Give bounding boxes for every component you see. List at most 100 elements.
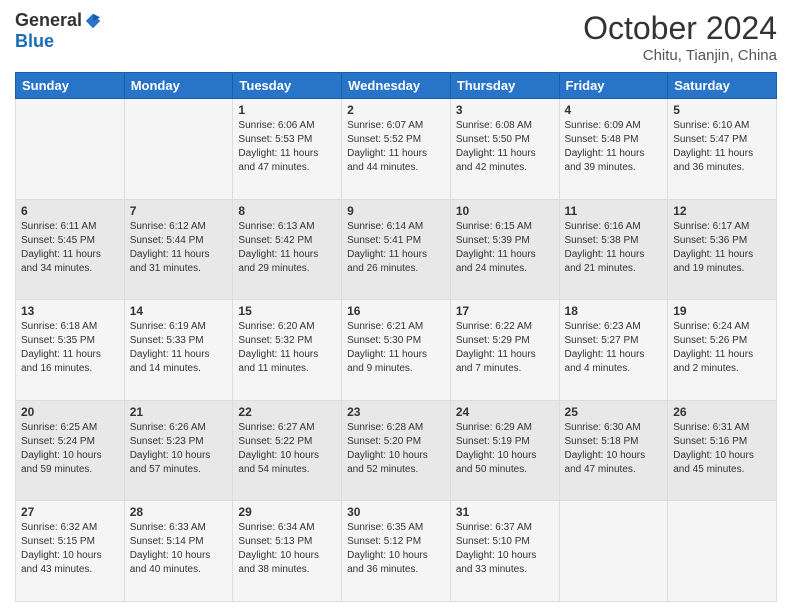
logo-general-text: General [15, 10, 82, 31]
calendar: SundayMondayTuesdayWednesdayThursdayFrid… [15, 72, 777, 602]
day-info: Sunrise: 6:14 AMSunset: 5:41 PMDaylight:… [347, 220, 445, 276]
calendar-cell: 18 Sunrise: 6:23 AMSunset: 5:27 PMDayligh… [559, 300, 668, 401]
day-number: 13 [21, 304, 119, 318]
calendar-cell [559, 501, 668, 602]
day-number: 23 [347, 405, 445, 419]
day-number: 21 [130, 405, 228, 419]
logo-icon [84, 12, 102, 30]
day-info: Sunrise: 6:24 AMSunset: 5:26 PMDaylight:… [673, 320, 771, 376]
day-number: 27 [21, 505, 119, 519]
calendar-cell: 21 Sunrise: 6:26 AMSunset: 5:23 PMDayligh… [124, 400, 233, 501]
day-number: 6 [21, 204, 119, 218]
day-info: Sunrise: 6:28 AMSunset: 5:20 PMDaylight:… [347, 421, 445, 477]
day-number: 4 [565, 103, 663, 117]
day-number: 22 [238, 405, 336, 419]
day-info: Sunrise: 6:29 AMSunset: 5:19 PMDaylight:… [456, 421, 554, 477]
calendar-week-row: 27 Sunrise: 6:32 AMSunset: 5:15 PMDayligh… [16, 501, 777, 602]
day-info: Sunrise: 6:07 AMSunset: 5:52 PMDaylight:… [347, 119, 445, 175]
calendar-cell: 19 Sunrise: 6:24 AMSunset: 5:26 PMDayligh… [668, 300, 777, 401]
calendar-cell: 9 Sunrise: 6:14 AMSunset: 5:41 PMDaylight… [342, 199, 451, 300]
title-section: October 2024 Chitu, Tianjin, China [583, 10, 777, 64]
day-info: Sunrise: 6:17 AMSunset: 5:36 PMDaylight:… [673, 220, 771, 276]
day-info: Sunrise: 6:12 AMSunset: 5:44 PMDaylight:… [130, 220, 228, 276]
day-info: Sunrise: 6:26 AMSunset: 5:23 PMDaylight:… [130, 421, 228, 477]
calendar-cell: 30 Sunrise: 6:35 AMSunset: 5:12 PMDayligh… [342, 501, 451, 602]
calendar-cell: 27 Sunrise: 6:32 AMSunset: 5:15 PMDayligh… [16, 501, 125, 602]
day-header-wednesday: Wednesday [342, 73, 451, 99]
calendar-header-row: SundayMondayTuesdayWednesdayThursdayFrid… [16, 73, 777, 99]
day-number: 5 [673, 103, 771, 117]
calendar-cell: 17Sunrise: 6:22 AMSunset: 5:29 PMDayligh… [450, 300, 559, 401]
day-info: Sunrise: 6:18 AMSunset: 5:35 PMDaylight:… [21, 320, 119, 376]
day-number: 18 [565, 304, 663, 318]
day-number: 17 [456, 304, 554, 318]
calendar-cell: 26 Sunrise: 6:31 AMSunset: 5:16 PMDayligh… [668, 400, 777, 501]
day-number: 15 [238, 304, 336, 318]
logo-blue-text: Blue [15, 31, 54, 52]
day-info: Sunrise: 6:08 AMSunset: 5:50 PMDaylight:… [456, 119, 554, 175]
day-number: 30 [347, 505, 445, 519]
calendar-cell [124, 99, 233, 200]
day-info: Sunrise: 6:19 AMSunset: 5:33 PMDaylight:… [130, 320, 228, 376]
day-info: Sunrise: 6:32 AMSunset: 5:15 PMDaylight:… [21, 521, 119, 577]
day-info: Sunrise: 6:09 AMSunset: 5:48 PMDaylight:… [565, 119, 663, 175]
day-number: 9 [347, 204, 445, 218]
location: Chitu, Tianjin, China [583, 47, 777, 64]
calendar-cell: 3Sunrise: 6:08 AMSunset: 5:50 PMDaylight… [450, 99, 559, 200]
calendar-cell: 5 Sunrise: 6:10 AMSunset: 5:47 PMDaylight… [668, 99, 777, 200]
day-number: 7 [130, 204, 228, 218]
day-number: 19 [673, 304, 771, 318]
day-number: 11 [565, 204, 663, 218]
day-info: Sunrise: 6:15 AMSunset: 5:39 PMDaylight:… [456, 220, 554, 276]
day-info: Sunrise: 6:33 AMSunset: 5:14 PMDaylight:… [130, 521, 228, 577]
calendar-cell: 23 Sunrise: 6:28 AMSunset: 5:20 PMDayligh… [342, 400, 451, 501]
day-info: Sunrise: 6:35 AMSunset: 5:12 PMDaylight:… [347, 521, 445, 577]
day-info: Sunrise: 6:13 AMSunset: 5:42 PMDaylight:… [238, 220, 336, 276]
day-info: Sunrise: 6:34 AMSunset: 5:13 PMDaylight:… [238, 521, 336, 577]
calendar-week-row: 1Sunrise: 6:06 AMSunset: 5:53 PMDaylight… [16, 99, 777, 200]
calendar-cell: 8 Sunrise: 6:13 AMSunset: 5:42 PMDaylight… [233, 199, 342, 300]
day-info: Sunrise: 6:37 AMSunset: 5:10 PMDaylight:… [456, 521, 554, 577]
day-info: Sunrise: 6:20 AMSunset: 5:32 PMDaylight:… [238, 320, 336, 376]
day-info: Sunrise: 6:10 AMSunset: 5:47 PMDaylight:… [673, 119, 771, 175]
day-number: 8 [238, 204, 336, 218]
logo: General Blue [15, 10, 102, 52]
day-info: Sunrise: 6:25 AMSunset: 5:24 PMDaylight:… [21, 421, 119, 477]
calendar-cell: 25Sunrise: 6:30 AMSunset: 5:18 PMDayligh… [559, 400, 668, 501]
header: General Blue October 2024 Chitu, Tianjin… [15, 10, 777, 64]
day-number: 1 [238, 103, 336, 117]
day-header-saturday: Saturday [668, 73, 777, 99]
calendar-cell: 20Sunrise: 6:25 AMSunset: 5:24 PMDayligh… [16, 400, 125, 501]
calendar-cell: 1Sunrise: 6:06 AMSunset: 5:53 PMDaylight… [233, 99, 342, 200]
day-number: 26 [673, 405, 771, 419]
day-number: 25 [565, 405, 663, 419]
day-number: 28 [130, 505, 228, 519]
day-number: 14 [130, 304, 228, 318]
day-info: Sunrise: 6:31 AMSunset: 5:16 PMDaylight:… [673, 421, 771, 477]
calendar-cell: 13 Sunrise: 6:18 AMSunset: 5:35 PMDayligh… [16, 300, 125, 401]
day-number: 29 [238, 505, 336, 519]
day-info: Sunrise: 6:16 AMSunset: 5:38 PMDaylight:… [565, 220, 663, 276]
month-title: October 2024 [583, 10, 777, 47]
day-header-monday: Monday [124, 73, 233, 99]
calendar-cell: 4 Sunrise: 6:09 AMSunset: 5:48 PMDaylight… [559, 99, 668, 200]
calendar-cell: 24Sunrise: 6:29 AMSunset: 5:19 PMDayligh… [450, 400, 559, 501]
day-info: Sunrise: 6:27 AMSunset: 5:22 PMDaylight:… [238, 421, 336, 477]
calendar-cell: 2 Sunrise: 6:07 AMSunset: 5:52 PMDaylight… [342, 99, 451, 200]
day-header-tuesday: Tuesday [233, 73, 342, 99]
day-number: 2 [347, 103, 445, 117]
calendar-cell: 10 Sunrise: 6:15 AMSunset: 5:39 PMDayligh… [450, 199, 559, 300]
page: General Blue October 2024 Chitu, Tianjin… [0, 0, 792, 612]
calendar-week-row: 20Sunrise: 6:25 AMSunset: 5:24 PMDayligh… [16, 400, 777, 501]
calendar-cell: 15 Sunrise: 6:20 AMSunset: 5:32 PMDayligh… [233, 300, 342, 401]
day-number: 10 [456, 204, 554, 218]
day-number: 16 [347, 304, 445, 318]
day-info: Sunrise: 6:11 AMSunset: 5:45 PMDaylight:… [21, 220, 119, 276]
day-info: Sunrise: 6:23 AMSunset: 5:27 PMDaylight:… [565, 320, 663, 376]
day-number: 12 [673, 204, 771, 218]
day-number: 31 [456, 505, 554, 519]
day-info: Sunrise: 6:21 AMSunset: 5:30 PMDaylight:… [347, 320, 445, 376]
calendar-cell: 7 Sunrise: 6:12 AMSunset: 5:44 PMDaylight… [124, 199, 233, 300]
calendar-cell: 14 Sunrise: 6:19 AMSunset: 5:33 PMDayligh… [124, 300, 233, 401]
day-header-sunday: Sunday [16, 73, 125, 99]
